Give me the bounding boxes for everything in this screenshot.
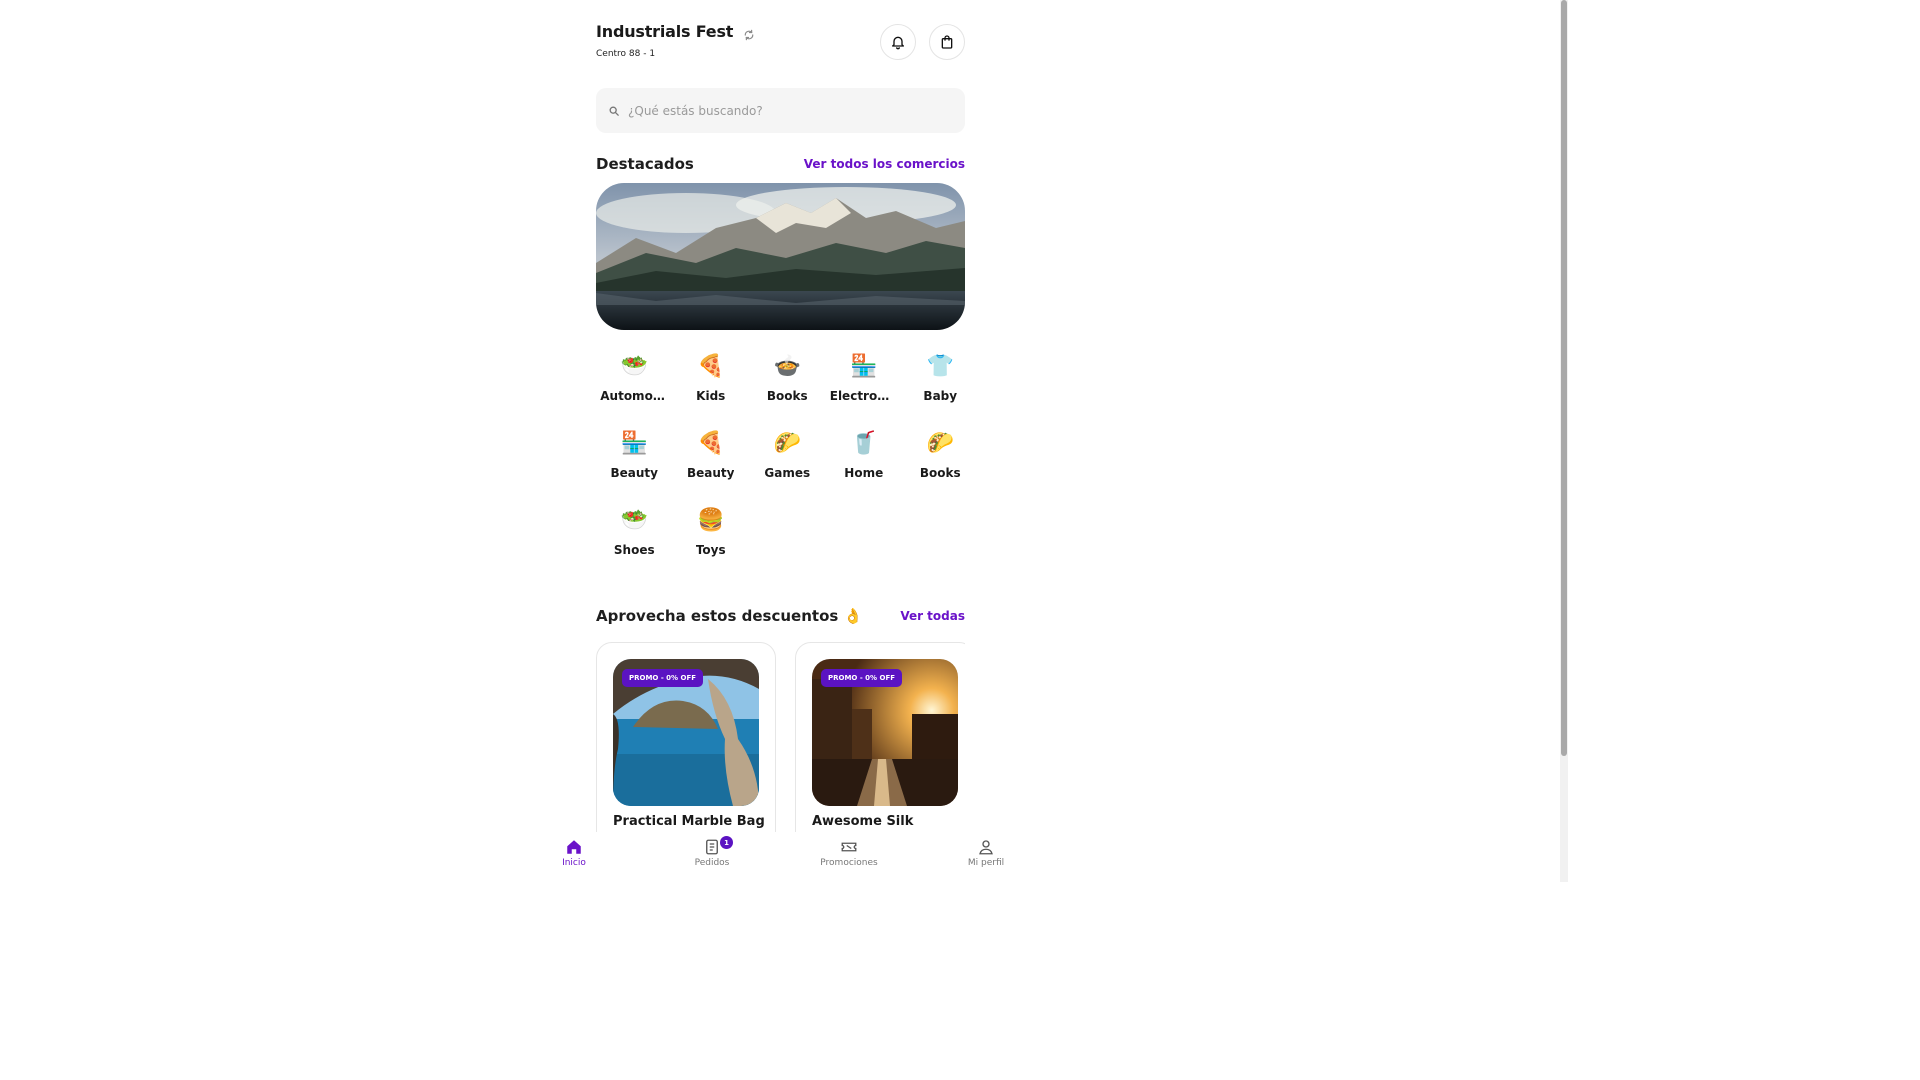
orders-icon: [706, 839, 718, 855]
taco-icon: 🌮: [926, 431, 954, 456]
store-icon: 🏪: [620, 431, 648, 456]
page-scrollbar[interactable]: [1560, 0, 1568, 882]
discount-carousel[interactable]: PROMO - 0% OFF Practical Marble Bag PROM…: [596, 642, 965, 832]
view-all-stores-link[interactable]: Ver todos los comercios: [804, 157, 965, 171]
scrollbar-thumb[interactable]: [1561, 0, 1567, 756]
ok-hand-emoji: 👌: [843, 607, 863, 625]
soup-icon: 🍲: [773, 354, 801, 379]
promo-badge: PROMO - 0% OFF: [622, 669, 704, 687]
refresh-icon[interactable]: [743, 26, 755, 40]
nav-label: Inicio: [562, 858, 586, 868]
category-label: Electronics: [829, 389, 898, 403]
cart-button[interactable]: [929, 24, 965, 60]
store-title: Industrials Fest: [596, 22, 734, 41]
search-input[interactable]: [628, 103, 948, 118]
product-image: PROMO - 0% OFF: [812, 659, 958, 806]
category-item[interactable]: 🥤 Home: [826, 429, 903, 506]
bell-icon: [892, 36, 904, 50]
category-item[interactable]: 🍕 Kids: [673, 352, 750, 429]
category-item[interactable]: 🌮 Games: [749, 429, 826, 506]
category-label: Books: [919, 466, 961, 480]
bottom-navigation: Inicio 1 Pedidos Promociones Mi perfil: [506, 832, 1054, 882]
category-item[interactable]: 🍔 Toys: [673, 506, 750, 583]
search-bar[interactable]: [596, 88, 965, 133]
drink-icon: 🥤: [850, 431, 878, 456]
notifications-button[interactable]: [880, 24, 916, 60]
category-grid: 🥗 Automotive 🍕 Kids 🍲 Books 🏪 Electronics 👕 B…: [596, 352, 965, 583]
app-screen: Industrials Fest Centro 88 - 1 Destacado…: [596, 0, 965, 882]
promo-badge: PROMO - 0% OFF: [821, 669, 903, 687]
orders-badge: 1: [720, 836, 733, 849]
nav-label: Promociones: [820, 858, 878, 868]
user-icon: [979, 840, 993, 855]
featured-banner[interactable]: [596, 183, 965, 330]
discounts-title: Aprovecha estos descuentos 👌: [596, 607, 862, 625]
category-item[interactable]: 🏪 Beauty: [596, 429, 673, 506]
category-item[interactable]: 👕 Baby: [902, 352, 979, 429]
category-label: Beauty: [610, 466, 658, 480]
nav-pedidos[interactable]: 1 Pedidos: [662, 836, 762, 868]
category-label: Games: [764, 466, 811, 480]
taco-icon: 🌮: [773, 431, 801, 456]
nav-label: Mi perfil: [967, 858, 1005, 868]
category-label: Toys: [695, 543, 726, 557]
burger-icon: 🍔: [697, 508, 725, 533]
view-all-discounts-link[interactable]: Ver todas: [900, 609, 965, 623]
pizza-icon: 🍕: [697, 431, 725, 456]
salad-icon: 🥗: [620, 508, 648, 533]
category-label: Books: [766, 389, 808, 403]
category-label: Shoes: [613, 543, 655, 557]
category-item[interactable]: 🍕 Beauty: [673, 429, 750, 506]
header-title-row: Industrials Fest: [596, 22, 755, 41]
pizza-icon: 🍕: [697, 354, 725, 379]
store-location: Centro 88 - 1: [596, 49, 656, 59]
category-label: Beauty: [687, 466, 735, 480]
mountain-lake-image: [596, 183, 965, 330]
category-label: Home: [844, 466, 884, 480]
category-item[interactable]: 🌮 Books: [902, 429, 979, 506]
search-icon: [609, 106, 619, 116]
featured-title: Destacados: [596, 155, 694, 173]
category-item[interactable]: 🏪 Electronics: [826, 352, 903, 429]
nav-inicio[interactable]: Inicio: [524, 838, 624, 868]
ticket-icon: [841, 842, 857, 852]
product-image: PROMO - 0% OFF: [613, 659, 759, 806]
discounts-title-text: Aprovecha estos descuentos: [596, 607, 839, 625]
product-card[interactable]: PROMO - 0% OFF Practical Marble Bag: [596, 642, 776, 832]
home-icon: [567, 840, 581, 854]
shopping-bag-icon: [941, 35, 953, 49]
category-label: Automotive: [600, 389, 668, 403]
category-item[interactable]: 🍲 Books: [749, 352, 826, 429]
product-name: Awesome Silk: [812, 814, 914, 829]
product-card[interactable]: PROMO - 0% OFF Awesome Silk: [795, 642, 965, 832]
nav-label: Pedidos: [694, 858, 730, 868]
category-label: Baby: [923, 389, 958, 403]
nav-promociones[interactable]: Promociones: [799, 838, 899, 868]
category-item[interactable]: 🥗 Shoes: [596, 506, 673, 583]
category-label: Kids: [696, 389, 726, 403]
store-icon: 🏪: [850, 354, 878, 379]
salad-icon: 🥗: [620, 354, 648, 379]
nav-mi-perfil[interactable]: Mi perfil: [936, 838, 1036, 868]
clothing-icon: 👕: [926, 354, 954, 379]
product-name: Practical Marble Bag: [613, 814, 765, 829]
category-item[interactable]: 🥗 Automotive: [596, 352, 673, 429]
